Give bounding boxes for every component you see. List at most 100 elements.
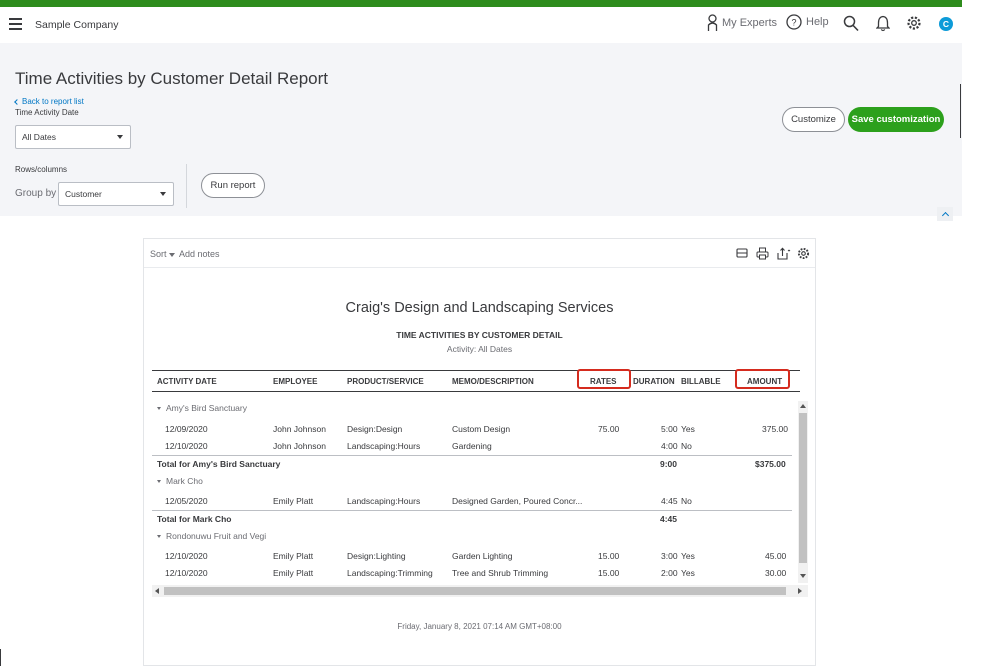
divider — [152, 510, 792, 511]
collapse-panel-button[interactable] — [937, 207, 953, 221]
cell-duration: 4:45 — [661, 496, 678, 506]
date-range-select[interactable]: All Dates — [15, 125, 131, 149]
group-header[interactable]: Mark Cho — [157, 476, 203, 486]
cell-memo: Garden Lighting — [452, 551, 513, 561]
sort-menu[interactable]: Sort — [150, 249, 175, 259]
divider — [186, 164, 187, 208]
page-title: Time Activities by Customer Detail Repor… — [15, 69, 329, 88]
cell-memo: Tree and Shrub Trimming — [452, 568, 549, 578]
report-subtitle: Activity: All Dates — [446, 344, 513, 354]
collapse-caret-icon — [157, 535, 161, 539]
print-icon[interactable] — [756, 247, 769, 260]
cell-date: 12/10/2020 — [165, 441, 208, 451]
settings-gear-icon[interactable] — [906, 15, 922, 31]
group-name: Mark Cho — [166, 476, 203, 486]
dropdown-arrow-icon — [117, 135, 123, 139]
time-activity-date-label: Time Activity Date — [15, 108, 79, 117]
highlight-box — [735, 369, 790, 389]
add-notes-link[interactable]: Add notes — [179, 249, 220, 259]
date-range-value: All Dates — [22, 132, 57, 142]
cell-product: Landscaping:Hours — [347, 496, 421, 506]
cell-employee: Emily Platt — [273, 496, 314, 506]
column-header[interactable]: EMPLOYEE — [273, 377, 317, 386]
total-duration: 4:45 — [660, 514, 678, 524]
export-icon[interactable] — [777, 247, 791, 260]
back-to-report-list-link[interactable]: Back to report list — [14, 97, 84, 106]
chevron-down-icon — [168, 252, 175, 257]
cell-date: 12/10/2020 — [165, 551, 208, 561]
scroll-right-arrow-icon[interactable] — [798, 588, 802, 594]
horizontal-scroll-thumb[interactable] — [164, 587, 786, 595]
cell-duration: 5:00 — [661, 424, 678, 434]
cell-date: 12/10/2020 — [165, 568, 208, 578]
horizontal-scrollbar[interactable] — [152, 585, 808, 597]
group-header[interactable]: Rondonuwu Fruit and Vegi — [157, 531, 266, 541]
column-header[interactable]: DURATION — [633, 377, 675, 386]
cell-employee: John Johnson — [273, 424, 326, 434]
cell-product: Landscaping:Trimming — [347, 568, 433, 578]
cell-amount: 45.00 — [765, 551, 787, 561]
column-header[interactable]: PRODUCT/SERVICE — [347, 377, 424, 386]
cell-employee: John Johnson — [273, 441, 326, 451]
search-icon[interactable] — [843, 15, 859, 32]
cell-duration: 4:00 — [661, 441, 678, 451]
divider — [0, 649, 1, 666]
column-header[interactable]: ACTIVITY DATE — [157, 377, 217, 386]
group-name: Amy's Bird Sanctuary — [166, 403, 247, 413]
cell-rate: 15.00 — [598, 568, 620, 578]
total-label: Total for Mark Cho — [157, 514, 232, 524]
group-header[interactable]: Amy's Bird Sanctuary — [157, 403, 247, 413]
report-title: TIME ACTIVITIES BY CUSTOMER DETAIL — [396, 330, 563, 340]
scroll-down-arrow-icon[interactable] — [800, 574, 806, 578]
cell-product: Design:Design — [347, 424, 403, 434]
cell-billable: No — [681, 496, 692, 506]
cell-billable: No — [681, 441, 692, 451]
cell-memo: Gardening — [452, 441, 492, 451]
total-amount: $375.00 — [755, 459, 786, 469]
scroll-up-arrow-icon[interactable] — [800, 404, 806, 408]
cell-duration: 3:00 — [661, 551, 678, 561]
column-header[interactable]: BILLABLE — [681, 377, 721, 386]
group-name: Rondonuwu Fruit and Vegi — [166, 531, 267, 541]
cell-rate: 75.00 — [598, 424, 620, 434]
cell-billable: Yes — [681, 568, 695, 578]
cell-rate: 15.00 — [598, 551, 620, 561]
cell-amount: 375.00 — [762, 424, 788, 434]
top-accent-strip — [0, 0, 962, 7]
column-header[interactable]: MEMO/DESCRIPTION — [452, 377, 534, 386]
chevron-left-icon — [14, 99, 20, 105]
cell-memo: Custom Design — [452, 424, 511, 434]
cell-memo: Designed Garden, Poured Concr... — [452, 496, 583, 506]
vertical-scroll-thumb[interactable] — [799, 413, 807, 563]
cell-product: Design:Lighting — [347, 551, 406, 561]
my-experts-button[interactable]: My Experts — [707, 14, 777, 32]
report-company-name: Craig's Design and Landscaping Services — [345, 300, 614, 316]
save-customization-button[interactable]: Save customization — [848, 107, 944, 132]
top-navigation-bar: Sample Company My Experts ? Help C — [0, 7, 962, 43]
user-avatar[interactable]: C — [939, 17, 953, 31]
report-toolbar: Sort Add notes — [144, 239, 815, 268]
cell-employee: Emily Platt — [273, 568, 314, 578]
cell-amount: 30.00 — [765, 568, 787, 578]
group-by-label: Group by — [15, 188, 57, 199]
cell-date: 12/05/2020 — [165, 496, 208, 506]
hamburger-menu-icon[interactable] — [9, 18, 22, 30]
report-settings-gear-icon[interactable] — [797, 247, 810, 260]
vertical-scrollbar[interactable] — [798, 401, 808, 583]
run-report-button[interactable]: Run report — [201, 173, 265, 198]
cell-date: 12/09/2020 — [165, 424, 208, 434]
customize-button[interactable]: Customize — [782, 107, 845, 132]
my-experts-label: My Experts — [722, 17, 778, 29]
cell-billable: Yes — [681, 551, 695, 561]
report-table-body: Amy's Bird Sanctuary 12/09/2020 John Joh… — [152, 401, 800, 585]
company-name: Sample Company — [35, 19, 119, 31]
divider — [152, 455, 792, 456]
group-by-select[interactable]: Customer — [58, 182, 174, 206]
help-button[interactable]: ? Help — [786, 14, 829, 30]
table-header: ACTIVITY DATE EMPLOYEE PRODUCT/SERVICE M… — [152, 369, 800, 392]
collapse-caret-icon — [157, 480, 161, 484]
email-icon[interactable] — [736, 247, 748, 259]
bell-icon[interactable] — [876, 15, 890, 32]
scroll-left-arrow-icon[interactable] — [155, 588, 159, 594]
collapse-caret-icon — [157, 407, 161, 411]
